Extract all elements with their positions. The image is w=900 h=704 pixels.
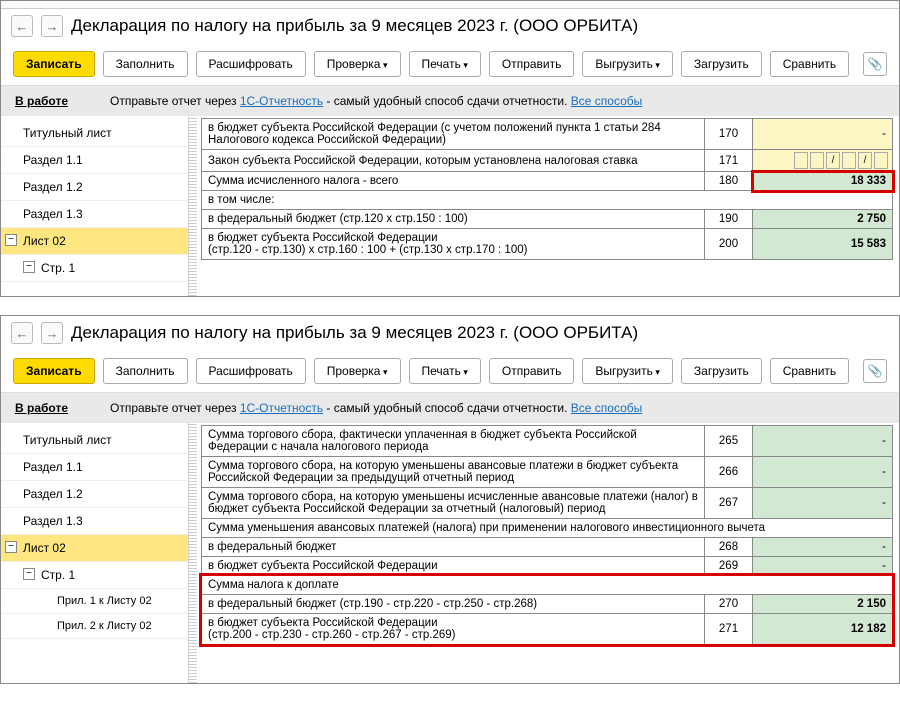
row-268: в федеральный бюджет 268 - [202, 538, 893, 557]
row-271: в бюджет субъекта Российской Федерации (… [202, 614, 893, 645]
sidebar-item-app1[interactable]: Прил. 1 к Листу 02 [1, 589, 188, 614]
sidebar: Титульный лист Раздел 1.1 Раздел 1.2 Раз… [1, 116, 189, 296]
nav-forward[interactable]: → [41, 15, 63, 37]
print-button[interactable]: Печать [409, 51, 481, 77]
sidebar-item-sec13[interactable]: Раздел 1.3 [1, 508, 188, 535]
sidebar-item-title[interactable]: Титульный лист [1, 427, 188, 454]
attach-icon[interactable]: 📎 [863, 359, 887, 383]
status-label[interactable]: В работе [15, 94, 68, 108]
row-subheader: в том числе: [202, 191, 893, 210]
check-button[interactable]: Проверка [314, 51, 401, 77]
sidebar: Титульный лист Раздел 1.1 Раздел 1.2 Раз… [1, 423, 189, 683]
nav-forward[interactable]: → [41, 322, 63, 344]
sidebar-item-page1[interactable]: − Стр. 1 [1, 255, 188, 282]
sidebar-item-sec13[interactable]: Раздел 1.3 [1, 201, 188, 228]
sidebar-item-sheet02[interactable]: − Лист 02 [1, 535, 188, 562]
main-pane: Сумма торгового сбора, фактически уплаче… [197, 423, 899, 683]
sidebar-item-sec11[interactable]: Раздел 1.1 [1, 454, 188, 481]
row-267: Сумма торгового сбора, на которую уменьш… [202, 488, 893, 519]
row-269: в бюджет субъекта Российской Федерации 2… [202, 557, 893, 576]
row-inv-header: Сумма уменьшения авансовых платежей (нал… [202, 519, 893, 538]
tree-minus-icon[interactable]: − [5, 541, 17, 553]
decrypt-button[interactable]: Расшифровать [196, 358, 306, 384]
send-button[interactable]: Отправить [489, 51, 575, 77]
nav-back[interactable]: ← [11, 322, 33, 344]
attach-icon[interactable]: 📎 [863, 52, 887, 76]
row-265: Сумма торгового сбора, фактически уплаче… [202, 426, 893, 457]
link-all-ways[interactable]: Все способы [571, 401, 643, 415]
tree-minus-icon[interactable]: − [23, 568, 35, 580]
row-180: Сумма исчисленного налога - всего 180 18… [202, 172, 893, 191]
load-button[interactable]: Загрузить [681, 51, 762, 77]
print-button[interactable]: Печать [409, 358, 481, 384]
sidebar-item-sec11[interactable]: Раздел 1.1 [1, 147, 188, 174]
info-text: Отправьте отчет через 1С-Отчетность - са… [110, 401, 642, 415]
compare-button[interactable]: Сравнить [770, 358, 849, 384]
save-button[interactable]: Записать [13, 358, 95, 384]
upload-button[interactable]: Выгрузить [582, 51, 673, 77]
decrypt-button[interactable]: Расшифровать [196, 51, 306, 77]
link-all-ways[interactable]: Все способы [571, 94, 643, 108]
row-170: в бюджет субъекта Российской Федерации (… [202, 119, 893, 150]
row-pay-header: Сумма налога к доплате [202, 576, 893, 595]
save-button[interactable]: Записать [13, 51, 95, 77]
tree-minus-icon[interactable]: − [5, 234, 17, 246]
tree-minus-icon[interactable]: − [23, 261, 35, 273]
sidebar-item-sheet02[interactable]: − Лист 02 [1, 228, 188, 255]
fill-button[interactable]: Заполнить [103, 358, 188, 384]
send-button[interactable]: Отправить [489, 358, 575, 384]
load-button[interactable]: Загрузить [681, 358, 762, 384]
splitter[interactable] [189, 423, 197, 683]
sidebar-item-sec12[interactable]: Раздел 1.2 [1, 174, 188, 201]
row-200: в бюджет субъекта Российской Федерации (… [202, 229, 893, 260]
ruler-bar [1, 1, 899, 9]
upload-button[interactable]: Выгрузить [582, 358, 673, 384]
row-190: в федеральный бюджет (стр.120 х стр.150 … [202, 210, 893, 229]
sidebar-item-app2[interactable]: Прил. 2 к Листу 02 [1, 614, 188, 639]
check-button[interactable]: Проверка [314, 358, 401, 384]
sidebar-item-sec12[interactable]: Раздел 1.2 [1, 481, 188, 508]
compare-button[interactable]: Сравнить [770, 51, 849, 77]
sidebar-item-title[interactable]: Титульный лист [1, 120, 188, 147]
row-270: в федеральный бюджет (стр.190 - стр.220 … [202, 595, 893, 614]
nav-back[interactable]: ← [11, 15, 33, 37]
fill-button[interactable]: Заполнить [103, 51, 188, 77]
page-title: Декларация по налогу на прибыль за 9 мес… [71, 323, 638, 343]
link-1c[interactable]: 1С-Отчетность [240, 94, 323, 108]
main-pane: в бюджет субъекта Российской Федерации (… [197, 116, 899, 296]
page-title: Декларация по налогу на прибыль за 9 мес… [71, 16, 638, 36]
status-label[interactable]: В работе [15, 401, 68, 415]
row-266: Сумма торгового сбора, на которую уменьш… [202, 457, 893, 488]
link-1c[interactable]: 1С-Отчетность [240, 401, 323, 415]
row-171: Закон субъекта Российской Федерации, кот… [202, 150, 893, 172]
splitter[interactable] [189, 116, 197, 296]
sidebar-item-page1[interactable]: − Стр. 1 [1, 562, 188, 589]
info-text: Отправьте отчет через 1С-Отчетность - са… [110, 94, 642, 108]
